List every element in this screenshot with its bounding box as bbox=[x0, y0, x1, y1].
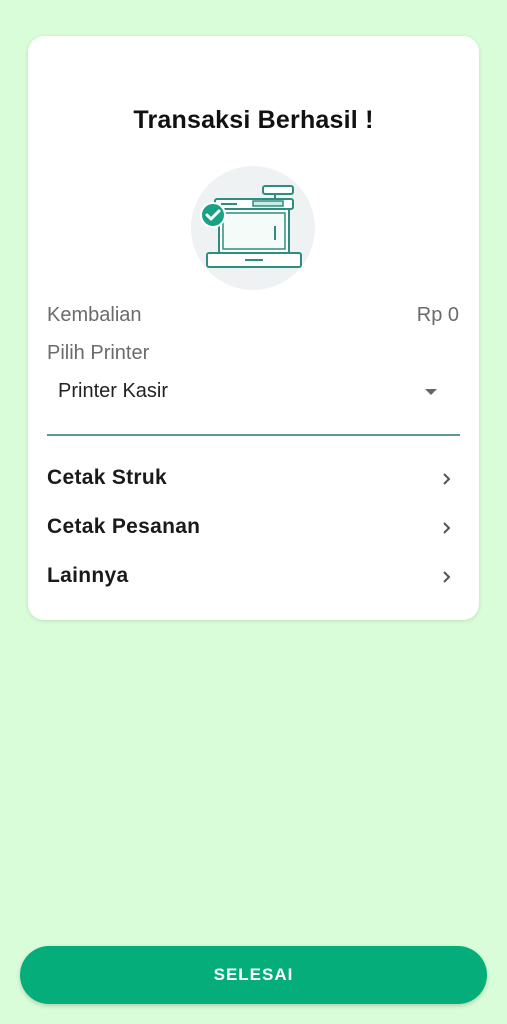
pilih-printer-label: Pilih Printer bbox=[47, 342, 150, 364]
chevron-right-icon bbox=[443, 473, 451, 485]
menu-item-label: Lainnya bbox=[47, 564, 129, 587]
menu-item-label: Cetak Pesanan bbox=[47, 515, 201, 538]
menu-item-label: Cetak Struk bbox=[47, 466, 168, 489]
selesai-button-label: SELESAI bbox=[213, 965, 294, 984]
lainnya-item[interactable]: Lainnya bbox=[28, 555, 479, 601]
kembalian-label: Kembalian bbox=[47, 304, 142, 326]
chevron-right-icon bbox=[443, 571, 451, 583]
kembalian-value: Rp 0 bbox=[416, 304, 459, 326]
cetak-pesanan-item[interactable]: Cetak Pesanan bbox=[28, 506, 479, 552]
page-title: Transaksi Berhasil ! bbox=[133, 106, 374, 134]
chevron-right-icon bbox=[443, 522, 451, 534]
cetak-struk-item[interactable]: Cetak Struk bbox=[28, 457, 479, 503]
cash-register-success-icon bbox=[191, 166, 315, 290]
printer-dropdown[interactable]: Printer Kasir bbox=[47, 372, 460, 436]
selesai-button[interactable]: SELESAI bbox=[20, 946, 487, 1004]
selected-printer-value: Printer Kasir bbox=[58, 380, 169, 402]
transaction-success-card: Transaksi Berhasil ! Kembalian Rp 0 Pili… bbox=[28, 36, 479, 620]
dropdown-arrow-icon bbox=[425, 389, 437, 395]
